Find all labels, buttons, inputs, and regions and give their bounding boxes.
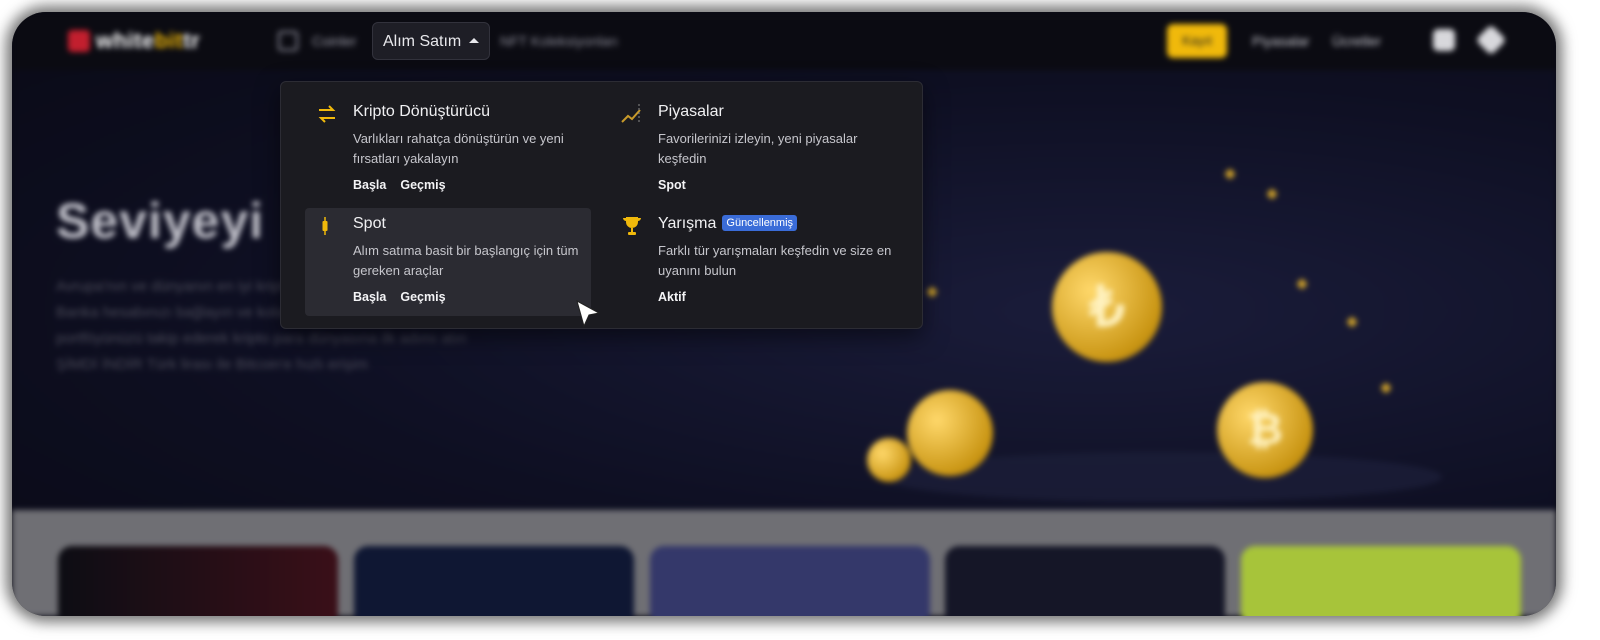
menu-item-markets[interactable]: Piyasalar Favorilerinizi izleyin, yeni p… bbox=[610, 96, 896, 204]
promo-card[interactable] bbox=[354, 546, 634, 616]
promo-card[interactable] bbox=[58, 546, 338, 616]
download-icon[interactable] bbox=[1433, 29, 1455, 51]
hero-line: portföyünüzü takip ederek kripto para dü… bbox=[56, 330, 467, 347]
bitcoin-coin-illustration: ₿ bbox=[1217, 382, 1313, 478]
brand-logo[interactable]: whitebittr bbox=[68, 28, 200, 54]
menu-item-title: Piyasalar bbox=[658, 103, 724, 120]
gold-coin-illustration bbox=[867, 438, 911, 482]
history-link[interactable]: Geçmiş bbox=[400, 290, 445, 304]
candlestick-icon bbox=[322, 217, 328, 235]
menu-item-desc: Farklı tür yarışmaları keşfedin ve size … bbox=[658, 243, 892, 278]
active-link[interactable]: Aktif bbox=[658, 290, 686, 304]
gold-coin-illustration bbox=[907, 390, 993, 476]
app-window: whitebittr Coinler NFT Koleksiyonları Ka… bbox=[12, 12, 1556, 616]
promo-card[interactable] bbox=[1241, 546, 1521, 616]
menu-item-desc: Alım satıma basit bir başlangıç için tüm… bbox=[353, 243, 579, 278]
language-icon[interactable] bbox=[1475, 24, 1507, 56]
start-link[interactable]: Başla bbox=[353, 178, 386, 192]
nav-fees[interactable]: Ücretler bbox=[1332, 33, 1381, 49]
menu-item-desc: Favorilerinizi izleyin, yeni piyasalar k… bbox=[658, 131, 858, 166]
start-link[interactable]: Başla bbox=[353, 290, 386, 304]
convert-arrows-icon bbox=[318, 105, 336, 123]
menu-item-title: Yarışma Güncellenmiş bbox=[658, 215, 798, 233]
updated-badge: Güncellenmiş bbox=[722, 215, 798, 231]
promo-card[interactable] bbox=[650, 546, 930, 616]
promo-card[interactable] bbox=[945, 546, 1225, 616]
menu-item-spot[interactable]: Spot Alım satıma basit bir başlangıç içi… bbox=[305, 208, 591, 316]
grid-menu-icon[interactable] bbox=[278, 31, 298, 51]
nav-coins[interactable]: Coinler bbox=[312, 33, 356, 49]
signup-button[interactable]: Kayıt bbox=[1167, 24, 1227, 58]
logo-mark-icon bbox=[68, 30, 90, 52]
hero-title: Seviyeyi bbox=[56, 193, 265, 249]
menu-item-crypto-converter[interactable]: Kripto Dönüştürücü Varlıkları rahatça dö… bbox=[305, 96, 591, 204]
nav-nft-collections[interactable]: NFT Koleksiyonları bbox=[500, 33, 618, 49]
mouse-cursor-icon bbox=[576, 299, 601, 328]
history-link[interactable]: Geçmiş bbox=[400, 178, 445, 192]
menu-item-competition[interactable]: Yarışma Güncellenmiş Farklı tür yarışmala… bbox=[610, 208, 896, 316]
caret-up-icon bbox=[469, 38, 480, 43]
top-navbar: whitebittr Coinler NFT Koleksiyonları Ka… bbox=[12, 12, 1556, 70]
lira-coin-illustration: ₺ bbox=[1052, 252, 1162, 362]
menu-item-desc: Varlıkları rahatça dönüştürün ve yeni fı… bbox=[353, 131, 564, 166]
trade-dropdown-menu: Kripto Dönüştürücü Varlıkları rahatça dö… bbox=[280, 81, 923, 329]
menu-item-title: Spot bbox=[353, 215, 386, 232]
menu-item-title: Kripto Dönüştürücü bbox=[353, 103, 490, 120]
trophy-icon bbox=[623, 217, 641, 235]
nav-markets[interactable]: Piyasalar bbox=[1252, 33, 1310, 49]
nav-trade-dropdown[interactable]: Alım Satım bbox=[372, 22, 491, 60]
hero-line: ŞİMDİ İNDİR Türk lirası ile Bitcoin'e hı… bbox=[56, 356, 368, 373]
spot-link[interactable]: Spot bbox=[658, 178, 686, 192]
chart-line-icon bbox=[621, 104, 641, 124]
